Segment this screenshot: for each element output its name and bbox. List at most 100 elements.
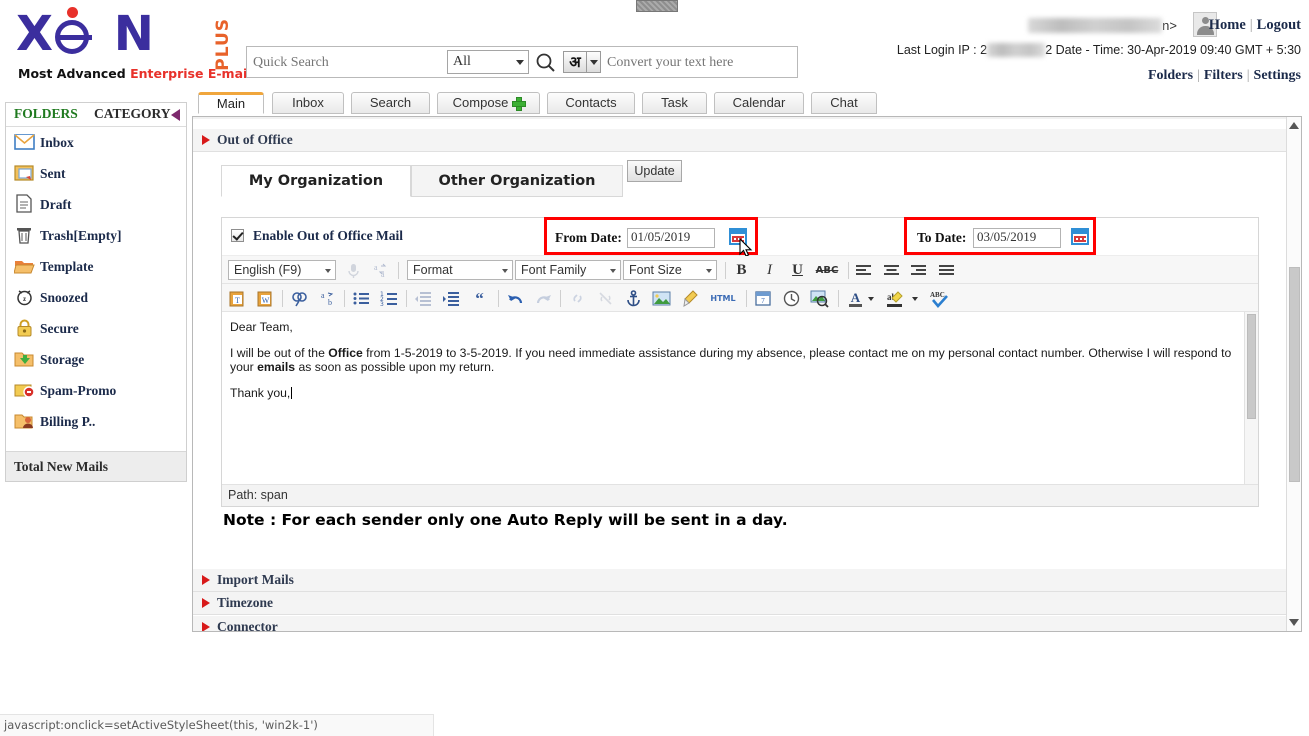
sidebar-item-draft[interactable]: Draft	[6, 189, 186, 220]
bold-button[interactable]: B	[732, 261, 751, 280]
unlink-icon[interactable]	[596, 289, 615, 308]
logo-wordmark: X N	[16, 6, 156, 62]
accordion-import-mails[interactable]: Import Mails	[193, 569, 1287, 592]
filters-link[interactable]: Filters	[1204, 68, 1243, 83]
convert-text-input[interactable]	[605, 51, 795, 75]
insert-link-icon[interactable]	[568, 289, 587, 308]
align-right-icon[interactable]	[909, 261, 928, 280]
sidebar-item-billing[interactable]: Billing P..	[6, 406, 186, 437]
insert-time-icon[interactable]	[782, 289, 801, 308]
insert-image-icon[interactable]	[652, 289, 671, 308]
redo-icon[interactable]	[534, 289, 553, 308]
sidebar-item-snoozed[interactable]: z Snoozed	[6, 282, 186, 313]
app-logo[interactable]: X N PLUS Most Advanced Enterprise E-mail	[10, 7, 252, 81]
from-date-input[interactable]: 01/05/2019	[627, 228, 715, 248]
tab-contacts[interactable]: Contacts	[547, 92, 635, 114]
collapse-arrow-icon[interactable]	[171, 109, 180, 121]
sidebar-item-storage[interactable]: Storage	[6, 344, 186, 375]
align-center-icon[interactable]	[882, 261, 901, 280]
tab-other-organization[interactable]: Other Organization	[411, 165, 623, 197]
speech-input-icon[interactable]	[344, 261, 363, 280]
scroll-down-arrow-icon[interactable]	[1289, 617, 1300, 628]
format-dropdown[interactable]: Format	[407, 260, 513, 280]
search-scope-dropdown[interactable]: All	[447, 50, 529, 74]
language-dropdown[interactable]: English (F9)	[228, 260, 336, 280]
sidebar-item-inbox[interactable]: Inbox	[6, 127, 186, 158]
underline-button[interactable]: U	[788, 261, 807, 280]
tab-compose[interactable]: Compose	[437, 92, 540, 114]
undo-icon[interactable]	[506, 289, 525, 308]
scroll-up-arrow-icon[interactable]	[1289, 120, 1300, 131]
editor-toolbar-row-1: English (F9) aa Format Font Family Font …	[222, 256, 1258, 284]
settings-link[interactable]: Settings	[1254, 68, 1301, 83]
accordion-out-of-office[interactable]: Out of Office	[193, 129, 1287, 152]
indent-icon[interactable]	[442, 289, 461, 308]
quick-search-input[interactable]	[251, 51, 445, 75]
panel-scrollbar[interactable]	[1286, 117, 1301, 631]
cleanup-brush-icon[interactable]	[680, 289, 699, 308]
outdent-icon[interactable]	[414, 289, 433, 308]
find-replace-icon[interactable]: ab	[318, 289, 337, 308]
panel-scrollbar-thumb[interactable]	[1289, 267, 1300, 482]
blockquote-icon[interactable]: “	[470, 289, 489, 308]
find-icon[interactable]	[290, 289, 309, 308]
editor-toolbar-row-2: T W ab 123 “ HTML 7 A ab ABC	[222, 284, 1258, 312]
spellcheck-icon[interactable]: ABC	[928, 289, 954, 308]
to-date-calendar-icon[interactable]	[1071, 228, 1089, 245]
update-button[interactable]: Update	[627, 160, 682, 182]
editor-scrollbar-thumb[interactable]	[1247, 314, 1256, 419]
strikethrough-button[interactable]: ABC	[814, 261, 840, 280]
panel-top-edge	[193, 117, 1301, 119]
tab-search[interactable]: Search	[351, 92, 430, 114]
folders-header-label[interactable]: FOLDERS	[14, 103, 78, 125]
hindi-transliteration-button[interactable]: अ	[563, 51, 587, 73]
to-date-input[interactable]: 03/05/2019	[973, 228, 1061, 248]
hindi-language-dropdown[interactable]	[587, 51, 601, 73]
email-body-editor[interactable]: Dear Team, I will be out of the Office f…	[222, 312, 1258, 484]
editor-closing: Thank you,	[230, 386, 1236, 400]
sidebar-item-template[interactable]: Template	[6, 251, 186, 282]
tab-calendar[interactable]: Calendar	[714, 92, 804, 114]
tab-chat[interactable]: Chat	[811, 92, 877, 114]
transliterate-icon[interactable]: aa	[372, 261, 391, 280]
svg-text:a: a	[321, 291, 325, 300]
sidebar-item-trash[interactable]: Trash[Empty]	[6, 220, 186, 251]
sidebar-item-label: Secure	[40, 321, 79, 336]
preview-icon[interactable]	[810, 289, 829, 308]
folders-link[interactable]: Folders	[1148, 68, 1193, 83]
numbered-list-icon[interactable]: 123	[380, 289, 399, 308]
insert-date-icon[interactable]: 7	[754, 289, 773, 308]
italic-button[interactable]: I	[760, 261, 779, 280]
logout-link[interactable]: Logout	[1257, 17, 1301, 33]
accordion-timezone[interactable]: Timezone	[193, 592, 1287, 615]
font-family-dropdown[interactable]: Font Family	[515, 260, 621, 280]
tab-main[interactable]: Main	[198, 92, 264, 114]
align-left-icon[interactable]	[854, 261, 873, 280]
paste-from-word-icon[interactable]: W	[256, 289, 275, 308]
accordion-connector[interactable]: Connector	[193, 616, 1287, 631]
text-color-dropdown-icon[interactable]	[866, 289, 876, 308]
editor-scrollbar[interactable]	[1244, 312, 1258, 484]
lock-icon	[14, 317, 35, 337]
expand-arrow-icon	[202, 135, 210, 145]
sidebar-item-spam-promo[interactable]: Spam-Promo	[6, 375, 186, 406]
font-size-dropdown[interactable]: Font Size	[623, 260, 717, 280]
language-value: English (F9)	[234, 263, 302, 277]
search-icon[interactable]	[535, 52, 557, 74]
bulleted-list-icon[interactable]	[352, 289, 371, 308]
anchor-icon[interactable]	[624, 289, 643, 308]
tab-task[interactable]: Task	[642, 92, 707, 114]
tab-inbox[interactable]: Inbox	[272, 92, 344, 114]
paste-as-text-icon[interactable]: T	[228, 289, 247, 308]
home-link[interactable]: Home	[1209, 17, 1246, 33]
category-header-label[interactable]: CATEGORY	[94, 103, 171, 125]
highlight-color-dropdown-icon[interactable]	[910, 289, 920, 308]
edit-html-source-icon[interactable]: HTML	[708, 289, 738, 308]
sidebar-item-secure[interactable]: Secure	[6, 313, 186, 344]
tab-my-organization[interactable]: My Organization	[221, 165, 411, 197]
highlight-color-icon[interactable]: ab	[884, 289, 908, 308]
enable-out-of-office-checkbox[interactable]	[231, 229, 244, 242]
text-color-icon[interactable]: A	[846, 289, 865, 308]
sidebar-item-sent[interactable]: Sent	[6, 158, 186, 189]
align-justify-icon[interactable]	[937, 261, 956, 280]
